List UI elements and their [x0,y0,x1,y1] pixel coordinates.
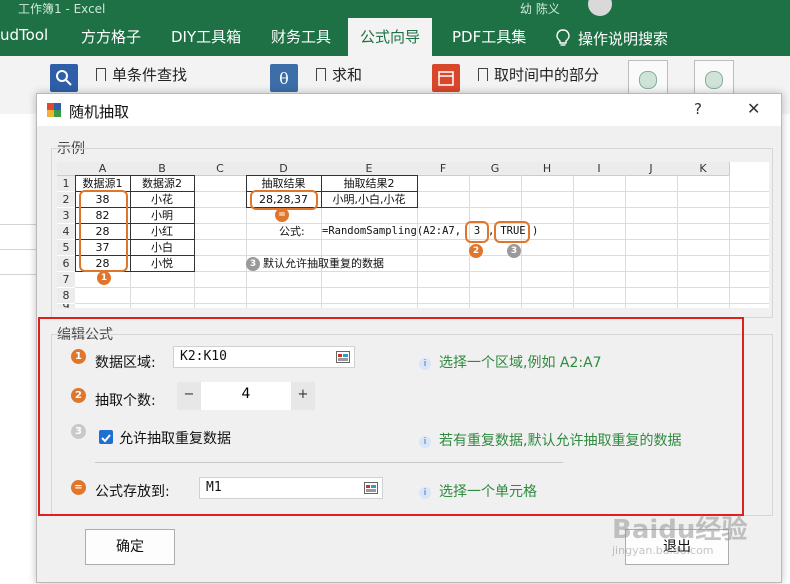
cell-a1: 数据源1 [82,177,123,190]
lightbulb-icon [556,29,570,46]
dialog-title-bar: 随机抽取 ? ✕ [37,94,781,126]
cell-b4: 小红 [151,225,173,238]
tab-pdf[interactable]: PDF工具集 [452,26,526,47]
circle-icon [705,71,723,89]
annotation-red-frame [38,317,744,516]
watermark-url: jingyan.baidu.com [612,544,714,557]
ok-button[interactable]: 确定 [85,529,175,565]
highlight-col-a [79,190,128,272]
highlight-bool [494,221,530,243]
cell-b3: 小明 [151,209,173,222]
window-title: 工作簿1 - Excel [18,2,106,16]
watermark-brand: Baidu经验 [612,515,748,545]
bookmark-icon [96,68,106,81]
bookmark-icon [478,68,488,81]
cell-b6: 小悦 [151,257,173,270]
sheet-gridline [0,274,36,275]
example-sheet: A B C D E F G H I J K 1 2 3 4 5 6 7 8 9 [57,162,769,308]
tell-me-search[interactable]: 操作说明搜索 [556,26,668,49]
bookmark-icon [316,68,326,81]
ribbon-tabs: udTool 方方格子 DIY工具箱 财务工具 公式向导 PDF工具集 操作说明… [0,18,790,56]
app-icon [47,103,61,117]
time-part-label: 取时间中的部分 [494,66,600,84]
repeat-note: 默认允许抽取重复的数据 [263,257,384,270]
avatar[interactable] [588,0,612,16]
badge-eq: = [275,208,289,222]
tab-fangfang[interactable]: 方方格子 [81,26,141,47]
svg-text:θ: θ [279,69,289,88]
dialog-title: 随机抽取 [69,103,130,121]
baidu-watermark: Baidu经验 jingyan.baidu.com [612,516,747,558]
tab-formula-wizard[interactable]: 公式向导 [348,18,433,56]
tab-finance[interactable]: 财务工具 [271,26,331,47]
help-button[interactable]: ? [694,100,702,118]
cell-e2: 小明,小白,小花 [332,193,406,206]
lookup-icon[interactable] [50,64,78,92]
formula-label: 公式: [279,225,305,238]
close-button[interactable]: ✕ [747,99,760,118]
user-name: 幼 陈义 [520,2,560,16]
tab-diy[interactable]: DIY工具箱 [171,26,241,47]
cell-b5: 小白 [151,241,173,254]
badge-3: 3 [507,244,521,258]
tab-udtool[interactable]: udTool [0,26,48,44]
time-part-button[interactable]: 取时间中的部分 [478,64,599,85]
highlight-count [465,221,489,243]
highlight-d2 [250,190,318,210]
circle-icon [639,71,657,89]
cell-d1: 抽取结果 [261,177,306,190]
badge-1: 1 [97,271,111,285]
calendar-icon[interactable] [432,64,460,92]
sum-button[interactable]: 求和 [316,64,362,85]
sheet-gridline [0,224,36,225]
cell-b1: 数据源2 [142,177,182,190]
tell-me-label: 操作说明搜索 [578,30,669,48]
cell-e1: 抽取结果2 [343,177,395,190]
sheet-gridline [0,249,36,250]
single-lookup-button[interactable]: 单条件查找 [96,64,187,85]
sum-label: 求和 [332,66,363,84]
theta-icon[interactable]: θ [270,64,298,92]
formula-text: =RandomSampling(A2:A7, [322,225,462,237]
badge-2: 2 [469,244,483,258]
step3-marker: 3 [246,257,260,271]
cell-b2: 小花 [151,193,173,206]
formula-close: ) [532,225,539,237]
single-lookup-label: 单条件查找 [112,66,188,84]
window-title-bar: 工作簿1 - Excel 幼 陈义 [0,0,790,18]
